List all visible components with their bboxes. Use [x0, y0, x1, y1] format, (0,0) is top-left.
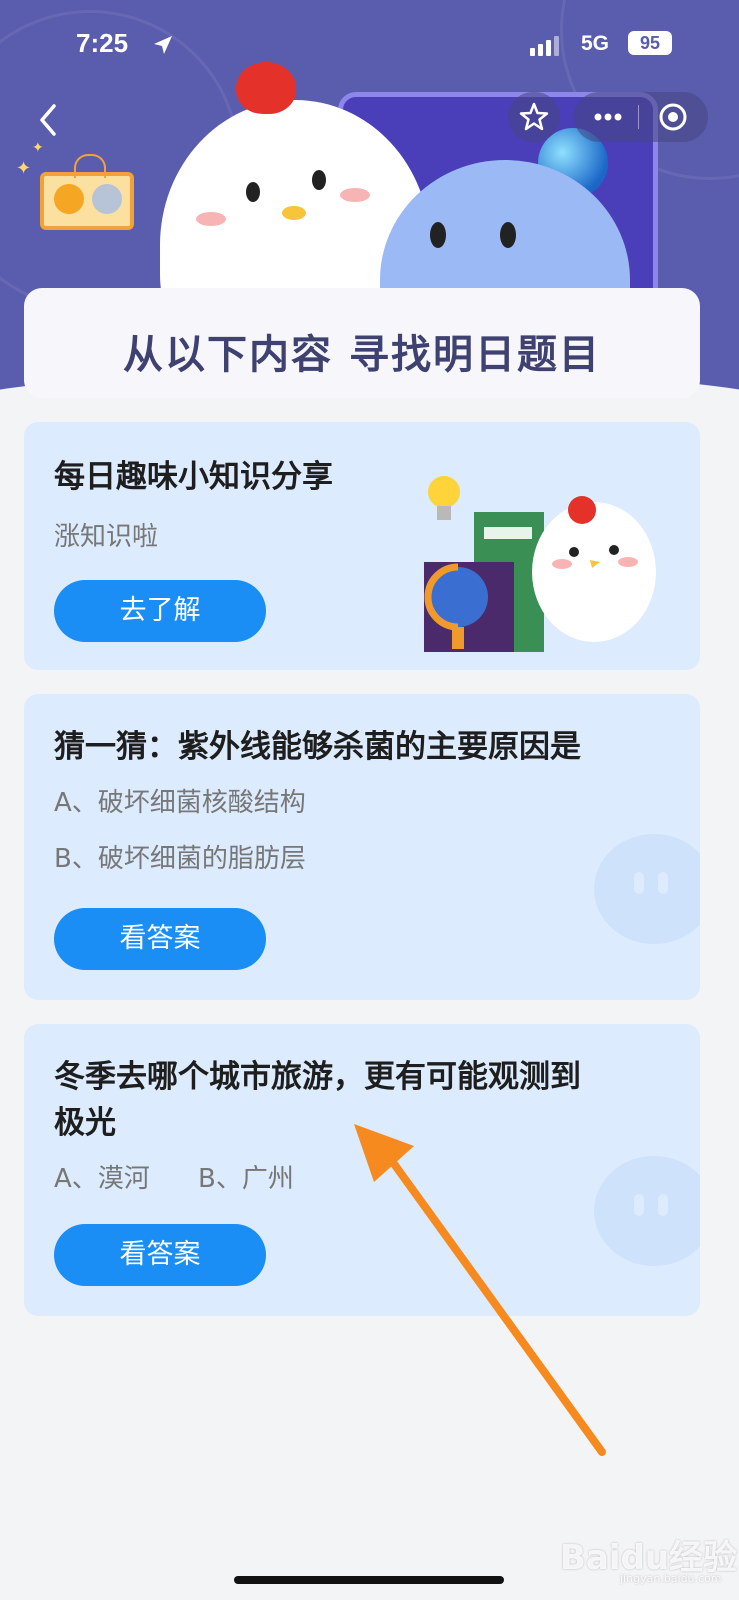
- title-banner: 从以下内容 寻找明日题目: [24, 288, 700, 398]
- chick-with-books-illustration: [424, 476, 656, 652]
- quiz-option-b: B、广州: [198, 1164, 294, 1194]
- quiz-question-line2: 极光: [54, 1105, 116, 1141]
- quiz-question: 猜一猜：紫外线能够杀菌的主要原因是: [54, 729, 581, 765]
- quiz-card-uv[interactable]: 猜一猜：紫外线能够杀菌的主要原因是 A、破坏细菌核酸结构 B、破坏细菌的脂肪层 …: [24, 694, 700, 1000]
- alien-eye: [500, 222, 516, 248]
- view-answer-button[interactable]: 看答案: [54, 908, 266, 970]
- card-subtitle: 涨知识啦: [54, 522, 159, 552]
- baidu-watermark-url: jingyan.baidu.com: [620, 1572, 722, 1585]
- quiz-option-b: B、破坏细菌的脂肪层: [54, 844, 306, 874]
- chick-beak: [282, 206, 306, 220]
- chick-cheek: [196, 212, 226, 226]
- card-title: 每日趣味小知识分享: [54, 459, 333, 495]
- battery-level: 95: [628, 31, 672, 55]
- fact-share-card[interactable]: 每日趣味小知识分享 涨知识啦 去了解: [24, 422, 700, 670]
- chick-comb: [236, 62, 296, 114]
- location-arrow-icon: [154, 36, 172, 54]
- network-type: 5G: [581, 32, 610, 55]
- close-target-icon[interactable]: [648, 92, 698, 142]
- back-button[interactable]: [30, 100, 70, 140]
- capsule-divider: [638, 105, 639, 129]
- chat-bubble-icon: [594, 834, 700, 944]
- silver-medal-icon: [92, 184, 122, 214]
- star-icon: [519, 102, 549, 131]
- chat-bubble-icon: [594, 1156, 700, 1266]
- sparkle-icon: ✦: [16, 158, 32, 179]
- alien-eye: [430, 222, 446, 248]
- banner-title: 从以下内容 寻找明日题目: [123, 332, 601, 378]
- view-answer-button[interactable]: 看答案: [54, 1224, 266, 1286]
- quiz-option-a: A、漠河: [54, 1164, 150, 1194]
- status-time: 7:25: [76, 28, 129, 58]
- favorite-button[interactable]: [508, 92, 560, 142]
- quiz-question-line1: 冬季去哪个城市旅游，更有可能观测到: [54, 1059, 581, 1095]
- medal-board-icon[interactable]: [40, 172, 134, 230]
- home-indicator[interactable]: [234, 1576, 504, 1584]
- chick-eye: [312, 170, 326, 190]
- miniapp-capsule: [574, 92, 708, 142]
- gold-medal-icon: [54, 184, 84, 214]
- status-bar: 7:25 5G 95: [0, 26, 739, 66]
- chick-eye: [246, 182, 260, 202]
- sparkle-icon: ✦: [32, 140, 44, 156]
- chick-cheek: [340, 188, 370, 202]
- quiz-option-a: A、破坏细菌核酸结构: [54, 788, 306, 818]
- more-icon[interactable]: [588, 92, 628, 142]
- learn-more-button[interactable]: 去了解: [54, 580, 266, 642]
- signal-icon: [530, 36, 559, 56]
- quiz-card-aurora[interactable]: 冬季去哪个城市旅游，更有可能观测到 极光 A、漠河 B、广州 看答案: [24, 1024, 700, 1316]
